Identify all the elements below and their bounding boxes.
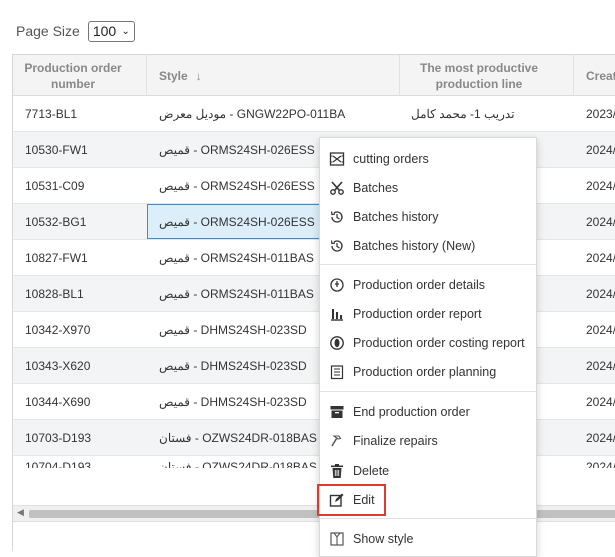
cell-order: 10704-D193: [25, 460, 92, 468]
menu-item-batches-history[interactable]: Batches history: [320, 202, 536, 231]
menu-label: Show style: [353, 531, 414, 546]
cell-order: 7713-BL1: [25, 106, 78, 121]
cell-created: 2024/: [586, 430, 615, 445]
table-row[interactable]: 7713-BL1 موديل معرض - GNGW22PO-011BA تدر…: [13, 96, 615, 132]
column-header-style[interactable]: Style ↓: [159, 55, 359, 96]
page-size-value: 100: [92, 23, 117, 39]
page-size-control: Page Size 100 ⌄: [16, 20, 135, 42]
history-icon: [328, 237, 346, 255]
cell-created: 2024/: [586, 142, 615, 157]
cell-order: 10531-C09: [25, 178, 85, 193]
sort-arrow-down-icon: ↓: [195, 68, 202, 83]
menu-item-po-details[interactable]: Production order details: [320, 270, 536, 299]
menu-label: Batches: [353, 180, 399, 195]
cell-style: قميص - DHMS24SH-023SD: [159, 358, 307, 373]
menu-item-batches-history-new[interactable]: Batches history (New): [320, 231, 536, 260]
cell-created: 2024/: [586, 460, 615, 468]
scroll-left-icon[interactable]: ◀: [17, 507, 24, 518]
cell-order: 10342-X970: [25, 322, 91, 337]
cell-style: فستان - OZWS24DR-018BAS: [159, 460, 317, 468]
style-icon: [328, 530, 346, 548]
cell-style: قميص - ORMS24SH-026ESS: [159, 214, 315, 229]
menu-label: End production order: [353, 404, 470, 419]
cell-style: قميص - DHMS24SH-023SD: [159, 322, 307, 337]
menu-item-cutting-orders[interactable]: cutting orders: [320, 144, 536, 173]
menu-label: Delete: [353, 463, 390, 478]
cell-created: 2024/: [586, 286, 615, 301]
menu-label: Production order report: [353, 306, 482, 321]
cell-order: 10828-BL1: [25, 286, 84, 301]
page-size-select[interactable]: 100 ⌄: [87, 20, 135, 42]
menu-item-po-costing[interactable]: Production order costing report: [320, 328, 536, 357]
bar-chart-icon: [328, 305, 346, 323]
cell-style: قميص - ORMS24SH-026ESS: [159, 178, 315, 193]
menu-label: Finalize repairs: [353, 433, 438, 448]
menu-item-end-po[interactable]: End production order: [320, 397, 536, 426]
column-header-production-line[interactable]: The most productive production line: [399, 55, 559, 96]
cell-created: 2024/: [586, 394, 615, 409]
menu-item-finalize-repairs[interactable]: Finalize repairs: [320, 426, 536, 455]
cell-created: 2024/: [586, 214, 615, 229]
cell-style: فستان - OZWS24DR-018BAS: [159, 430, 317, 445]
cell-created: 2024/: [586, 178, 615, 193]
costing-icon: [328, 334, 346, 352]
menu-label: cutting orders: [353, 151, 429, 166]
menu-item-batches[interactable]: Batches: [320, 173, 536, 202]
cell-order: 10530-FW1: [25, 142, 88, 157]
menu-label: Production order costing report: [353, 335, 525, 350]
cell-created: 2024/: [586, 358, 615, 373]
menu-label: Batches history (New): [353, 238, 476, 253]
cell-style: موديل معرض - GNGW22PO-011BA: [159, 106, 346, 121]
trash-icon: [328, 462, 346, 480]
menu-item-show-style[interactable]: Show style: [320, 524, 536, 553]
scissors-icon: [328, 179, 346, 197]
cell-created: 2024/: [586, 322, 615, 337]
column-header-order-number[interactable]: Production order number: [13, 55, 133, 96]
cell-style: قميص - ORMS24SH-011BAS: [159, 286, 314, 301]
cell-style: قميص - ORMS24SH-011BAS: [159, 250, 314, 265]
edit-highlight-box: [317, 484, 386, 516]
cell-created: 2024/: [586, 250, 615, 265]
hammer-icon: [328, 432, 346, 450]
cell-order: 10532-BG1: [25, 214, 87, 229]
chevron-down-icon: ⌄: [121, 25, 130, 37]
grid-header: Production order number Style ↓ The most…: [13, 55, 615, 96]
menu-label: Production order planning: [353, 364, 497, 379]
menu-item-delete[interactable]: Delete: [320, 456, 536, 485]
page-size-label: Page Size: [16, 23, 80, 39]
menu-item-po-planning[interactable]: Production order planning: [320, 357, 536, 386]
details-icon: [328, 276, 346, 294]
cell-created: 2023/: [586, 106, 615, 121]
history-icon: [328, 208, 346, 226]
cell-style: قميص - ORMS24SH-026ESS: [159, 142, 315, 157]
cutting-orders-icon: [328, 150, 346, 168]
cell-order: 10703-D193: [25, 430, 92, 445]
column-header-created[interactable]: Creat: [586, 55, 615, 96]
cell-order: 10827-FW1: [25, 250, 88, 265]
cell-style: قميص - DHMS24SH-023SD: [159, 394, 307, 409]
menu-item-po-report[interactable]: Production order report: [320, 299, 536, 328]
cell-order: 10343-X620: [25, 358, 91, 373]
cell-line: تدريب 1- محمد كامل: [411, 106, 515, 121]
menu-label: Batches history: [353, 209, 439, 224]
cell-order: 10344-X690: [25, 394, 91, 409]
column-header-style-label: Style: [159, 68, 188, 83]
menu-label: Production order details: [353, 277, 486, 292]
archive-icon: [328, 403, 346, 421]
planning-icon: [328, 363, 346, 381]
